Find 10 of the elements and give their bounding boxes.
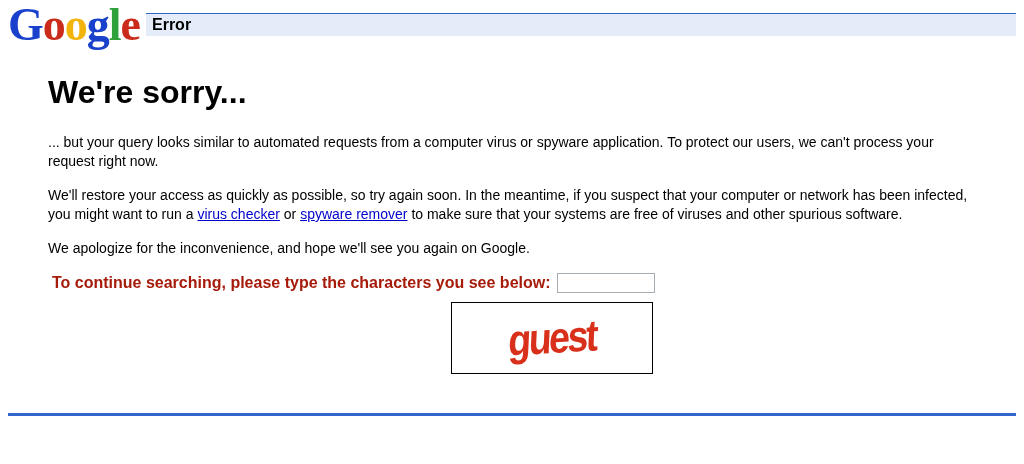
captcha-input[interactable] (556, 273, 655, 293)
heading: We're sorry... (48, 74, 247, 111)
page-title: Error (152, 16, 192, 34)
captcha-text: guest (507, 313, 597, 363)
link[interactable]: spyware remover (300, 206, 408, 222)
paragraph: We apologize for the inconvenience, and hope we'll see you again on Google. (48, 239, 531, 258)
paragraph: ... but your query looks similar to automated requests from a computer virus or spyware application. To protect our users, we can't process your request right now. (48, 133, 935, 171)
paragraph: We'll restore your access as quickly as possible, so try again soon. In the meantime, if you suspect that your computer or network has been infected, you might want to run a virus checker or spyware remover to make sure that your systems are free of viruses and other spurious software. (48, 186, 968, 224)
captcha-prompt: To continue searching, please type the characters you see below: (52, 274, 551, 292)
link[interactable]: virus checker (197, 206, 280, 222)
